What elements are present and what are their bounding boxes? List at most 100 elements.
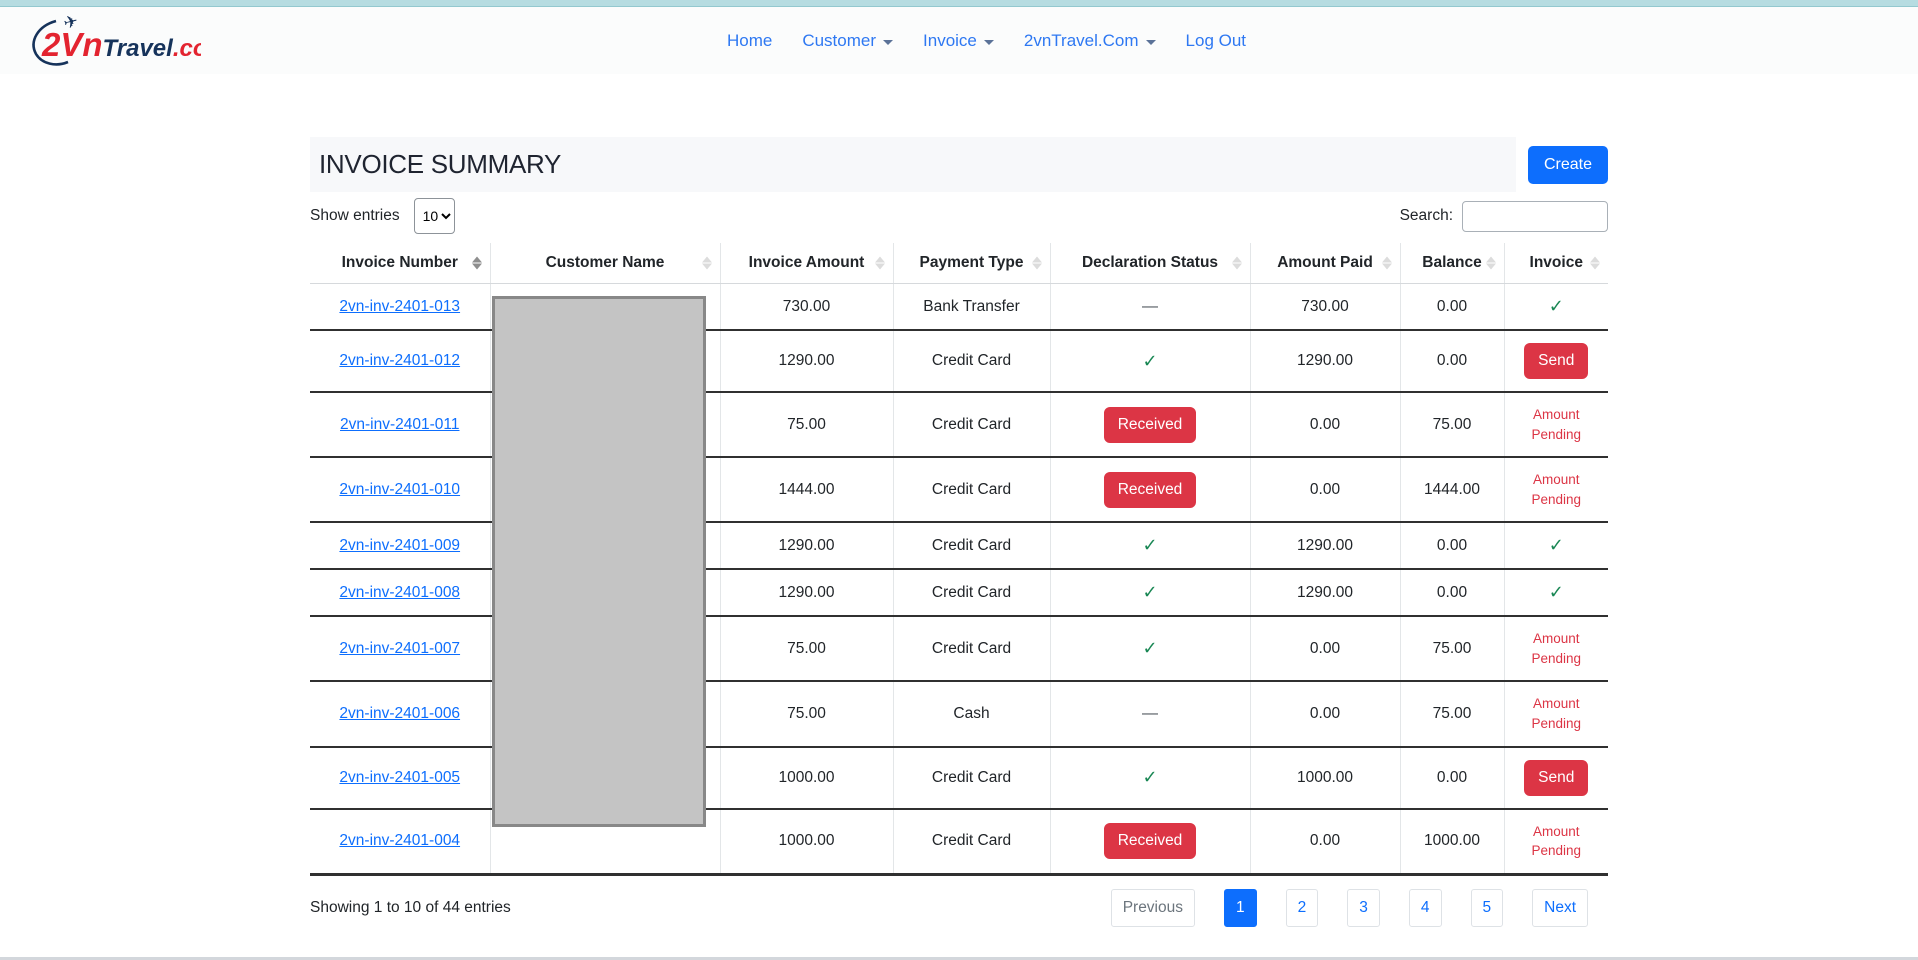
col-header-label: Balance bbox=[1422, 254, 1481, 271]
sort-icon[interactable] bbox=[1486, 257, 1496, 270]
received-badge[interactable]: Received bbox=[1104, 407, 1197, 443]
page-3-button[interactable]: 3 bbox=[1347, 889, 1380, 927]
next-page-button[interactable]: Next bbox=[1532, 889, 1588, 927]
create-button[interactable]: Create bbox=[1528, 146, 1608, 184]
received-badge[interactable]: Received bbox=[1104, 823, 1197, 859]
invoice-number-cell: 2vn-inv-2401-011 bbox=[310, 392, 490, 457]
page-size-select[interactable]: 10 bbox=[414, 198, 455, 234]
declaration-status-cell: ✓ bbox=[1050, 330, 1250, 392]
send-button[interactable]: Send bbox=[1524, 343, 1588, 379]
nav-logout-label: Log Out bbox=[1186, 31, 1247, 51]
col-header-balance[interactable]: Balance bbox=[1400, 243, 1504, 284]
invoice-action-cell: ✓ bbox=[1504, 284, 1608, 331]
sort-icon[interactable] bbox=[472, 257, 482, 270]
amount-pending-label: Amount Pending bbox=[1521, 629, 1591, 668]
invoice-action-cell: Amount Pending bbox=[1504, 809, 1608, 875]
received-badge[interactable]: Received bbox=[1104, 472, 1197, 508]
nav-2vntravel-label: 2vnTravel.Com bbox=[1024, 31, 1139, 51]
declaration-status-cell: Received bbox=[1050, 809, 1250, 875]
page-4-button[interactable]: 4 bbox=[1409, 889, 1442, 927]
invoice-number-cell: 2vn-inv-2401-004 bbox=[310, 809, 490, 875]
invoice-table-header: Invoice Number Customer Name Invoice Amo… bbox=[310, 243, 1608, 284]
brand-logo[interactable]: ✈ 2VnTravel.com bbox=[26, 13, 201, 69]
chevron-down-icon bbox=[984, 40, 994, 45]
top-accent-bar bbox=[0, 0, 1918, 7]
nav-item-2vntravel[interactable]: 2vnTravel.Com bbox=[1024, 31, 1156, 51]
search-input[interactable] bbox=[1462, 201, 1608, 232]
invoice-number-cell: 2vn-inv-2401-008 bbox=[310, 569, 490, 616]
invoice-action-cell: Amount Pending bbox=[1504, 681, 1608, 746]
col-header-label: Customer Name bbox=[546, 254, 665, 271]
col-header-label: Invoice Amount bbox=[749, 254, 865, 271]
previous-page-button[interactable]: Previous bbox=[1111, 889, 1195, 927]
col-header-invoice-amount[interactable]: Invoice Amount bbox=[720, 243, 893, 284]
main-content: INVOICE SUMMARY Create Show entries 10 S… bbox=[310, 137, 1608, 927]
page-5-button[interactable]: 5 bbox=[1471, 889, 1504, 927]
entries-summary: Showing 1 to 10 of 44 entries bbox=[310, 899, 511, 917]
sort-icon[interactable] bbox=[875, 257, 885, 270]
declaration-check-icon: ✓ bbox=[1142, 767, 1157, 787]
declaration-status-cell: — bbox=[1050, 284, 1250, 331]
nav-home-label: Home bbox=[727, 31, 772, 51]
declaration-check-icon: ✓ bbox=[1142, 535, 1157, 555]
invoice-number-link[interactable]: 2vn-inv-2401-010 bbox=[339, 481, 460, 498]
invoice-number-cell: 2vn-inv-2401-012 bbox=[310, 330, 490, 392]
svg-text:2VnTravel.com: 2VnTravel.com bbox=[41, 26, 201, 63]
balance-cell: 0.00 bbox=[1400, 522, 1504, 569]
invoice-number-cell: 2vn-inv-2401-007 bbox=[310, 616, 490, 681]
sort-icon[interactable] bbox=[1032, 257, 1042, 270]
nav-item-customer[interactable]: Customer bbox=[802, 31, 893, 51]
sort-icon[interactable] bbox=[1590, 257, 1600, 270]
col-header-invoice-number[interactable]: Invoice Number bbox=[310, 243, 490, 284]
show-entries-control: Show entries 10 bbox=[310, 198, 455, 234]
invoice-number-link[interactable]: 2vn-inv-2401-011 bbox=[340, 416, 459, 433]
invoice-amount-cell: 75.00 bbox=[720, 616, 893, 681]
amount-paid-cell: 1000.00 bbox=[1250, 747, 1400, 809]
col-header-declaration-status[interactable]: Declaration Status bbox=[1050, 243, 1250, 284]
invoice-number-cell: 2vn-inv-2401-013 bbox=[310, 284, 490, 331]
invoice-action-cell: Amount Pending bbox=[1504, 457, 1608, 522]
declaration-none-dash: — bbox=[1142, 705, 1158, 722]
pagination: Previous 1 2 3 4 5 Next bbox=[1111, 889, 1588, 927]
declaration-status-cell: ✓ bbox=[1050, 522, 1250, 569]
nav-item-invoice[interactable]: Invoice bbox=[923, 31, 994, 51]
balance-cell: 1444.00 bbox=[1400, 457, 1504, 522]
invoice-number-link[interactable]: 2vn-inv-2401-007 bbox=[339, 640, 460, 657]
declaration-status-cell: Received bbox=[1050, 457, 1250, 522]
invoice-number-link[interactable]: 2vn-inv-2401-008 bbox=[339, 584, 460, 601]
declaration-status-cell: Received bbox=[1050, 392, 1250, 457]
col-header-payment-type[interactable]: Payment Type bbox=[893, 243, 1050, 284]
col-header-amount-paid[interactable]: Amount Paid bbox=[1250, 243, 1400, 284]
invoice-number-link[interactable]: 2vn-inv-2401-005 bbox=[339, 769, 460, 786]
payment-type-cell: Credit Card bbox=[893, 330, 1050, 392]
balance-cell: 1000.00 bbox=[1400, 809, 1504, 875]
sort-icon[interactable] bbox=[702, 257, 712, 270]
page-2-button[interactable]: 2 bbox=[1286, 889, 1319, 927]
invoice-number-link[interactable]: 2vn-inv-2401-004 bbox=[339, 832, 460, 849]
invoice-number-link[interactable]: 2vn-inv-2401-009 bbox=[339, 537, 460, 554]
table-footer: Showing 1 to 10 of 44 entries Previous 1… bbox=[310, 889, 1608, 927]
invoice-number-link[interactable]: 2vn-inv-2401-013 bbox=[339, 298, 460, 315]
page-1-button[interactable]: 1 bbox=[1224, 889, 1257, 927]
navbar: ✈ 2VnTravel.com Home Customer Invoice 2v… bbox=[0, 7, 1918, 74]
payment-type-cell: Cash bbox=[893, 681, 1050, 746]
amount-pending-label: Amount Pending bbox=[1521, 470, 1591, 509]
declaration-none-dash: — bbox=[1142, 298, 1158, 315]
col-header-invoice[interactable]: Invoice bbox=[1504, 243, 1608, 284]
balance-cell: 0.00 bbox=[1400, 747, 1504, 809]
balance-cell: 75.00 bbox=[1400, 681, 1504, 746]
col-header-label: Amount Paid bbox=[1277, 254, 1373, 271]
invoice-number-link[interactable]: 2vn-inv-2401-006 bbox=[339, 705, 460, 722]
invoice-number-link[interactable]: 2vn-inv-2401-012 bbox=[339, 352, 460, 369]
nav-item-logout[interactable]: Log Out bbox=[1186, 31, 1247, 51]
send-button[interactable]: Send bbox=[1524, 760, 1588, 796]
sort-icon[interactable] bbox=[1232, 257, 1242, 270]
payment-type-cell: Credit Card bbox=[893, 747, 1050, 809]
invoice-action-cell: ✓ bbox=[1504, 569, 1608, 616]
col-header-customer-name[interactable]: Customer Name bbox=[490, 243, 720, 284]
amount-pending-label: Amount Pending bbox=[1521, 694, 1591, 733]
logo-text-com: .com bbox=[173, 35, 201, 62]
nav-item-home[interactable]: Home bbox=[727, 31, 772, 51]
payment-type-cell: Credit Card bbox=[893, 457, 1050, 522]
sort-icon[interactable] bbox=[1382, 257, 1392, 270]
